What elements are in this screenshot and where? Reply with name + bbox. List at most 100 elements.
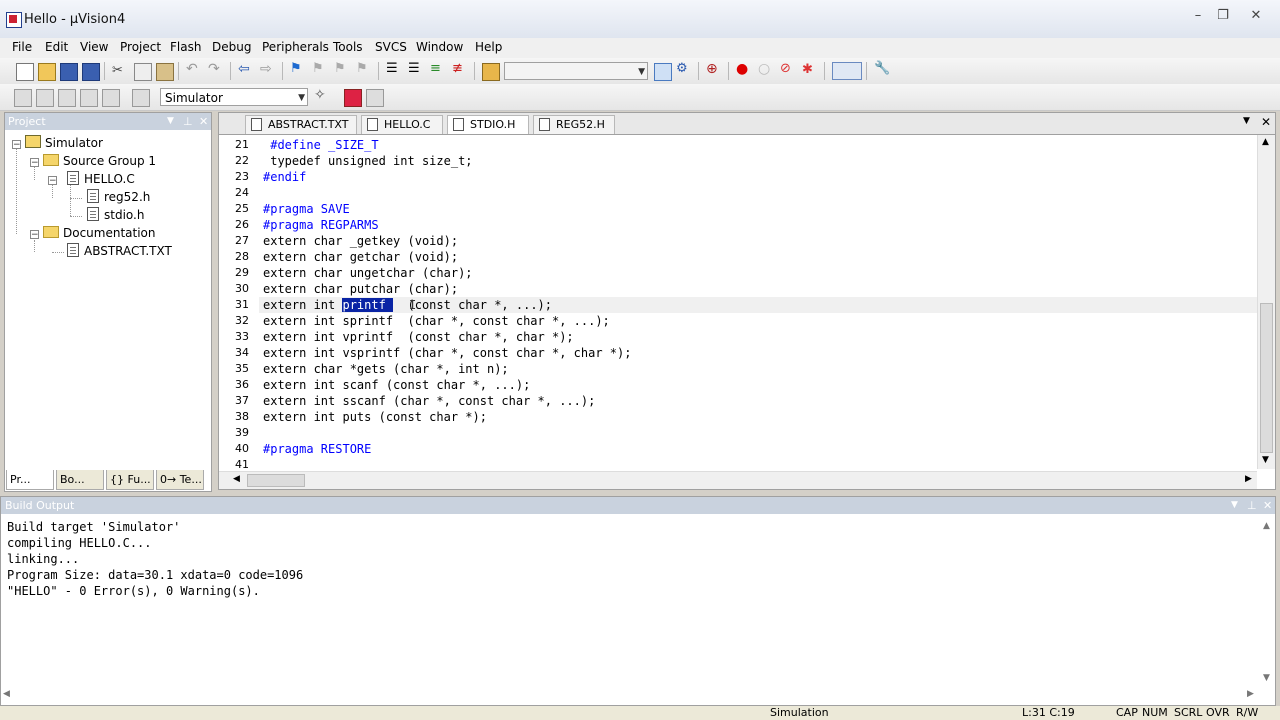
disable-breakpoint-icon[interactable]: ○ xyxy=(758,61,774,77)
close-tab-icon[interactable]: ✕ xyxy=(1261,115,1271,129)
breakpoint-icon[interactable]: ● xyxy=(736,61,752,77)
vertical-scrollbar[interactable]: ▲ ▼ xyxy=(1257,135,1275,469)
code-line[interactable]: extern int vsprintf (char *, const char … xyxy=(263,345,631,361)
code-line[interactable]: #define _SIZE_T xyxy=(263,137,378,153)
collapse-toggle-icon[interactable]: − xyxy=(48,176,57,186)
open-file-icon[interactable] xyxy=(38,63,56,81)
menu-debug[interactable]: Debug xyxy=(212,40,251,54)
bookmark-icon[interactable]: ⚑ xyxy=(290,61,306,77)
minimize-button[interactable]: – xyxy=(1188,8,1208,24)
find-combo[interactable]: ▼ xyxy=(504,62,648,80)
menu-peripherals[interactable]: Peripherals xyxy=(262,40,329,54)
scroll-thumb[interactable] xyxy=(247,474,305,487)
menu-svcs[interactable]: SVCS xyxy=(375,40,407,54)
chevron-down-icon[interactable]: ▼ xyxy=(167,113,174,130)
menu-view[interactable]: View xyxy=(80,40,108,54)
menu-tools[interactable]: Tools xyxy=(333,40,363,54)
select-packs-icon[interactable] xyxy=(366,89,384,107)
tab-abstract-txt[interactable]: ABSTRACT.TXT xyxy=(245,115,357,134)
code-line[interactable]: #pragma SAVE xyxy=(263,201,350,217)
scroll-thumb[interactable] xyxy=(1260,303,1273,453)
comment-icon[interactable]: ≡ xyxy=(430,61,446,77)
code-line[interactable]: extern char putchar (char); xyxy=(263,281,458,297)
target-select[interactable]: Simulator ▼ xyxy=(160,88,308,106)
tab-project[interactable]: Pr... xyxy=(6,470,54,490)
manage-components-icon[interactable] xyxy=(344,89,362,107)
prev-bookmark-icon[interactable]: ⚑ xyxy=(312,61,328,77)
collapse-toggle-icon[interactable]: − xyxy=(30,230,39,240)
find-in-files-icon[interactable] xyxy=(482,63,500,81)
menu-flash[interactable]: Flash xyxy=(170,40,201,54)
download-icon[interactable] xyxy=(132,89,150,107)
tab-templates[interactable]: 0→ Te... xyxy=(156,470,204,490)
tree-item-hello-c[interactable]: HELLO.C xyxy=(67,170,135,188)
scroll-right-icon[interactable]: ▶ xyxy=(1247,689,1254,699)
save-all-icon[interactable] xyxy=(82,63,100,81)
code-line[interactable]: #endif xyxy=(263,169,306,185)
menu-file[interactable]: File xyxy=(12,40,32,54)
cut-icon[interactable]: ✂ xyxy=(112,63,128,79)
copy-icon[interactable] xyxy=(134,63,152,81)
tree-item-reg52-h[interactable]: reg52.h xyxy=(87,188,150,206)
pin-icon[interactable]: ⊥ xyxy=(183,113,193,130)
restore-button[interactable]: ❐ xyxy=(1213,8,1233,24)
tree-item-simulator[interactable]: Simulator xyxy=(25,134,103,152)
code-line[interactable]: extern char getchar (void); xyxy=(263,249,458,265)
selected-text[interactable]: printf xyxy=(342,298,394,312)
tree-item-documentation[interactable]: Documentation xyxy=(43,224,156,242)
scroll-down-icon[interactable]: ▼ xyxy=(1263,673,1270,683)
menu-edit[interactable]: Edit xyxy=(45,40,68,54)
collapse-toggle-icon[interactable]: − xyxy=(30,158,39,168)
code-line[interactable]: #pragma REGPARMS xyxy=(263,217,379,233)
tree-item-abstract-txt[interactable]: ABSTRACT.TXT xyxy=(67,242,172,260)
kill-breakpoints-icon[interactable]: ✱ xyxy=(802,62,818,78)
close-panel-icon[interactable]: ✕ xyxy=(1263,497,1272,514)
scroll-down-icon[interactable]: ▼ xyxy=(1262,455,1269,465)
code-line[interactable]: extern int sprintf (char *, const char *… xyxy=(263,313,610,329)
build-icon[interactable] xyxy=(36,89,54,107)
redo-icon[interactable]: ↷ xyxy=(208,61,224,77)
code-line[interactable]: extern int vprintf (const char *, char *… xyxy=(263,329,574,345)
horizontal-scrollbar[interactable]: ◀ ▶ xyxy=(219,471,1257,489)
tab-reg52-h[interactable]: REG52.H xyxy=(533,115,615,134)
collapse-toggle-icon[interactable]: − xyxy=(12,140,21,150)
next-bookmark-icon[interactable]: ⚑ xyxy=(334,61,350,77)
target-options-icon[interactable]: ✧ xyxy=(314,87,330,103)
code-line[interactable]: extern int sscanf (char *, const char *,… xyxy=(263,393,595,409)
clear-bookmarks-icon[interactable]: ⚑ xyxy=(356,61,372,77)
pin-icon[interactable]: ⊥ xyxy=(1247,497,1257,514)
rebuild-icon[interactable] xyxy=(58,89,76,107)
close-button[interactable]: ✕ xyxy=(1246,8,1266,24)
tab-hello-c[interactable]: HELLO.C xyxy=(361,115,443,134)
code-line[interactable]: extern int scanf (const char *, ...); xyxy=(263,377,530,393)
menu-help[interactable]: Help xyxy=(475,40,502,54)
clear-breakpoints-icon[interactable]: ⊘ xyxy=(780,61,796,77)
tree-item-source-group-1[interactable]: Source Group 1 xyxy=(43,152,156,170)
tab-functions[interactable]: {} Fu... xyxy=(106,470,154,490)
tab-books[interactable]: Bo... xyxy=(56,470,104,490)
new-file-icon[interactable] xyxy=(16,63,34,81)
code-line[interactable]: typedef unsigned int size_t; xyxy=(263,153,472,169)
nav-back-icon[interactable]: ⇦ xyxy=(238,61,254,77)
translate-icon[interactable] xyxy=(14,89,32,107)
batch-build-icon[interactable] xyxy=(80,89,98,107)
scroll-up-icon[interactable]: ▲ xyxy=(1262,137,1269,147)
unindent-icon[interactable]: ☰ xyxy=(408,61,424,77)
menu-window[interactable]: Window xyxy=(416,40,463,54)
code-line[interactable]: extern int puts (const char *); xyxy=(263,409,487,425)
code-line[interactable]: extern char _getkey (void); xyxy=(263,233,458,249)
menu-project[interactable]: Project xyxy=(120,40,161,54)
chevron-down-icon[interactable]: ▼ xyxy=(1243,116,1250,126)
scroll-right-icon[interactable]: ▶ xyxy=(1245,474,1252,484)
uncomment-icon[interactable]: ≢ xyxy=(452,61,468,77)
scroll-left-icon[interactable]: ◀ xyxy=(3,689,10,699)
configure-icon[interactable]: 🔧 xyxy=(874,61,890,77)
chevron-down-icon[interactable]: ▼ xyxy=(1231,497,1238,514)
debug-session-icon[interactable]: ⊕ xyxy=(706,61,722,77)
nav-forward-icon[interactable]: ⇨ xyxy=(260,61,276,77)
tree-item-stdio-h[interactable]: stdio.h xyxy=(87,206,144,224)
save-icon[interactable] xyxy=(60,63,78,81)
code-line[interactable]: extern char *gets (char *, int n); xyxy=(263,361,509,377)
paste-icon[interactable] xyxy=(156,63,174,81)
scroll-left-icon[interactable]: ◀ xyxy=(233,474,240,484)
